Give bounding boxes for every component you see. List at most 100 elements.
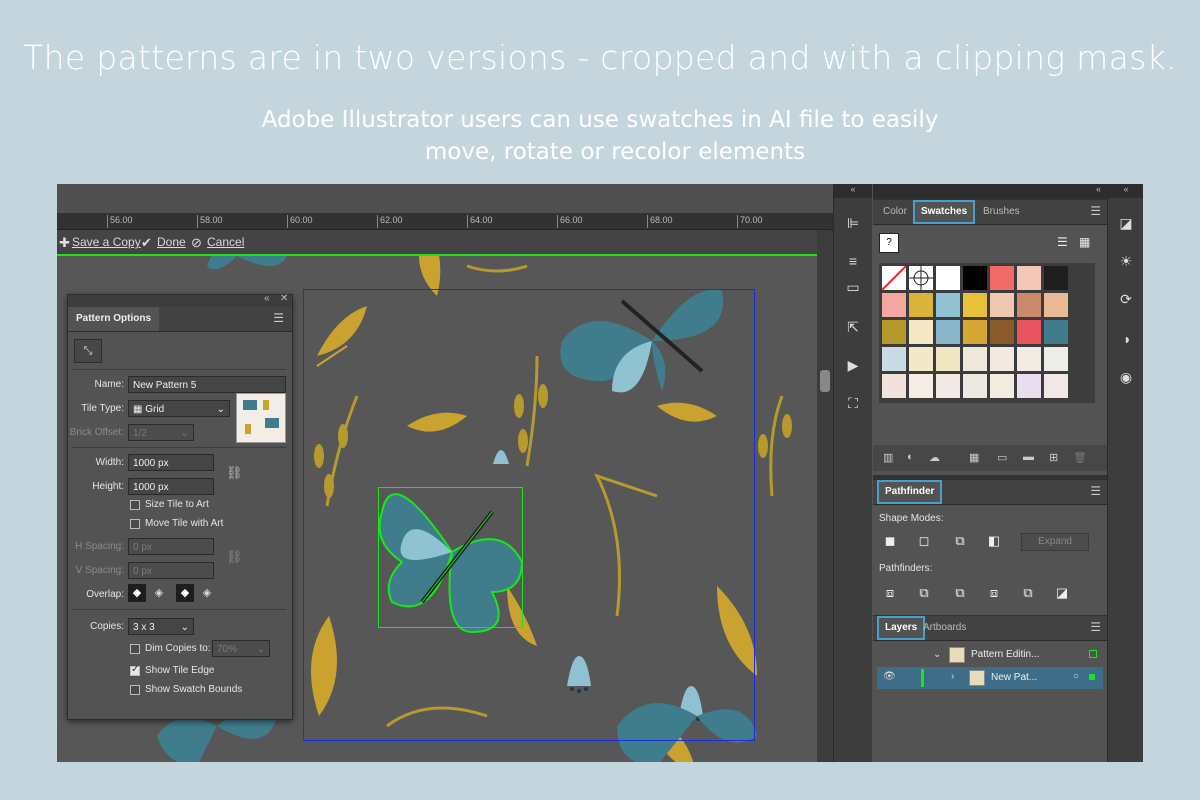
eye-icon[interactable]: 👁 [883,671,896,682]
color-swatch[interactable] [881,292,907,318]
trim-icon[interactable]: ⧉ [915,585,933,601]
brick-offset-select[interactable]: 1/2 ⌄ [128,424,194,441]
tab-color[interactable]: Color [877,200,913,224]
color-swatch[interactable] [881,346,907,372]
layer-row-selected[interactable]: 👁 › New Pat... ○ [877,667,1103,689]
play-icon[interactable]: ▶ [844,356,862,374]
selection-bounding-box[interactable] [378,487,523,628]
cloud-icon[interactable]: ☁ [929,451,940,464]
color-swatch[interactable] [1043,373,1069,399]
overlap-top-icon[interactable]: ◆ [176,584,194,602]
library-icon[interactable]: ▥ [883,451,893,464]
export-icon[interactable]: ⇱ [844,318,862,336]
tab-artboards[interactable]: Artboards [917,616,972,640]
panel-menu-icon[interactable]: ☰ [273,311,284,325]
scroll-thumb[interactable] [820,370,830,392]
swatch-options-icon[interactable]: ▦ [969,451,979,464]
list-view-icon[interactable]: ☰ [1057,235,1068,249]
color-swatch[interactable] [881,265,907,291]
shape-icon[interactable]: ◪ [1117,214,1135,232]
name-field[interactable]: New Pattern 5 [128,376,286,393]
pattern-tile-tool-icon[interactable]: ⤡ [74,339,102,363]
overlap-bottom-icon[interactable]: ◈ [198,584,216,602]
color-swatch[interactable] [935,265,961,291]
color-swatch[interactable] [935,346,961,372]
transparency-icon[interactable]: ◑ [1117,330,1135,348]
folder-icon[interactable]: ▬ [1023,451,1034,463]
color-swatch[interactable] [1043,319,1069,345]
h-spacing-field[interactable]: 0 px [128,538,214,555]
color-swatch[interactable] [1016,292,1042,318]
merge-icon[interactable]: ⧉ [951,585,969,601]
color-swatch[interactable] [1043,346,1069,372]
color-swatch[interactable] [1016,319,1042,345]
rotate-icon[interactable]: ⟳ [1117,290,1135,308]
align-icon[interactable]: ⊫ [844,214,862,232]
color-swatch[interactable] [881,373,907,399]
chevron-down-icon[interactable]: ⌄ [933,649,941,660]
color-swatch[interactable] [989,373,1015,399]
color-swatch[interactable] [962,292,988,318]
color-group-icon[interactable]: ▭ [997,451,1007,464]
panel-menu-icon[interactable]: ☰ [1090,484,1101,498]
color-swatch[interactable] [962,346,988,372]
height-field[interactable]: 1000 px [128,478,214,495]
tab-pathfinder[interactable]: Pathfinder [877,480,943,504]
link-icon[interactable]: ⛓ [226,549,243,565]
color-swatch[interactable] [908,346,934,372]
color-swatch[interactable] [1016,346,1042,372]
color-swatch[interactable] [989,292,1015,318]
color-swatch[interactable] [908,373,934,399]
trash-icon[interactable]: 🗑 [1073,451,1087,464]
size-tile-checkbox[interactable] [130,500,140,510]
expand-button[interactable]: Expand [1021,533,1089,551]
v-spacing-field[interactable]: 0 px [128,562,214,579]
lines-icon[interactable]: ≡ [844,252,862,270]
grid-view-icon[interactable]: ▦ [1079,235,1090,249]
copies-select[interactable]: 3 x 3 ⌄ [128,618,194,635]
color-swatch[interactable] [935,292,961,318]
fill-stroke-icon[interactable]: ? [879,233,899,253]
color-swatch[interactable] [1043,292,1069,318]
color-swatch[interactable] [1016,373,1042,399]
tile-type-select[interactable]: ▦ Grid ⌄ [128,400,230,417]
vertical-scrollbar[interactable] [817,230,833,762]
minus-front-icon[interactable]: ◻ [915,533,933,549]
save-copy-button[interactable]: Save a Copy [72,235,141,249]
color-swatch[interactable] [935,319,961,345]
color-swatch[interactable] [962,265,988,291]
show-tile-edge-checkbox[interactable] [130,664,140,676]
crop-icon[interactable]: ⧈ [985,585,1003,601]
move-tile-checkbox[interactable] [130,519,140,529]
sun-icon[interactable]: ☀ [1117,252,1135,270]
panel-menu-icon[interactable]: ☰ [1090,204,1101,218]
new-swatch-icon[interactable]: ⊞ [1049,451,1058,464]
color-swatch[interactable] [1043,265,1069,291]
color-swatch[interactable] [908,265,934,291]
tab-pattern-options[interactable]: Pattern Options [68,307,160,331]
collapse-icon[interactable]: « [834,184,872,198]
tab-brushes[interactable]: Brushes [977,200,1026,224]
overlap-right-icon[interactable]: ◈ [150,584,168,602]
unite-icon[interactable]: ◼ [881,533,899,549]
color-swatch[interactable] [989,319,1015,345]
horizontal-ruler[interactable]: 56.00 58.00 60.00 62.00 64.00 66.00 68.0… [57,213,833,230]
minus-back-icon[interactable]: ◪ [1053,585,1071,601]
overlap-left-icon[interactable]: ◆ [128,584,146,602]
close-icon[interactable]: ✕ [280,293,288,304]
tab-swatches[interactable]: Swatches [913,200,976,224]
color-swatch[interactable] [908,319,934,345]
layer-row[interactable]: ⌄ Pattern Editin... [877,645,1103,665]
dim-copies-select[interactable]: 70% ⌄ [212,640,270,657]
color-swatch[interactable] [935,373,961,399]
width-field[interactable]: 1000 px [128,454,214,471]
gradient-icon[interactable]: ▭ [844,278,862,296]
transform-icon[interactable]: ⛶ [844,394,862,412]
target-icon[interactable]: ○ [1073,671,1079,682]
outline-icon[interactable]: ⧉ [1019,585,1037,601]
chevron-right-icon[interactable]: › [951,671,954,682]
divide-icon[interactable]: ⧈ [881,585,899,601]
color-swatch[interactable] [989,346,1015,372]
show-kinds-icon[interactable]: ◐ [907,451,914,463]
color-swatch[interactable] [908,292,934,318]
